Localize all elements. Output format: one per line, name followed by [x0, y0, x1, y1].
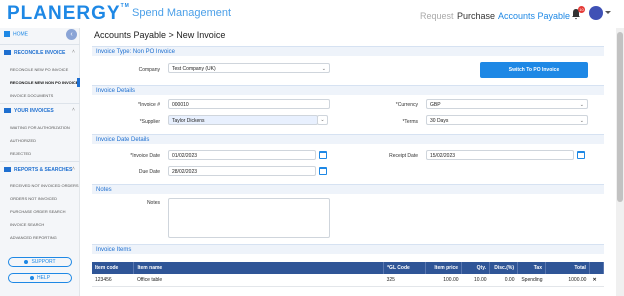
invoice-date-field[interactable]: 01/02/2023: [168, 150, 316, 160]
sidebar-item-orders-not-invoiced[interactable]: ORDERS NOT INVOICED: [10, 196, 57, 201]
sidebar-item-rejected[interactable]: REJECTED: [10, 151, 31, 156]
column-header[interactable]: Qty.: [461, 262, 491, 274]
help-button[interactable]: HELP: [8, 273, 72, 283]
sidebar-item-reconcile-new-non-po-invoice[interactable]: RECONCILE NEW NON PO INVOICE: [10, 80, 78, 85]
calendar-icon[interactable]: [319, 167, 327, 175]
chevron-up-icon[interactable]: ˄: [72, 49, 75, 55]
active-indicator: [77, 78, 80, 87]
sidebar-item-home[interactable]: HOME: [4, 31, 28, 37]
sidebar-item-advanced-reporting[interactable]: ADVANCED REPORTING: [10, 235, 57, 240]
due-date-label: Due Date: [138, 169, 160, 175]
support-button[interactable]: SUPPORT: [8, 257, 72, 267]
item-name-cell[interactable]: Office table: [133, 274, 384, 287]
column-header[interactable]: *GL Code: [383, 262, 427, 274]
company-label: Company: [138, 67, 160, 73]
supplier-field[interactable]: Taylor Dickens: [168, 115, 318, 125]
avatar[interactable]: [589, 6, 603, 20]
invoice-number-field[interactable]: 000010: [168, 99, 330, 109]
invoice-number-label: *Invoice #: [138, 102, 160, 108]
due-date-field[interactable]: 28/02/2023: [168, 166, 316, 176]
currency-label: *Currency: [395, 102, 418, 108]
divider: [0, 161, 80, 162]
column-header[interactable]: Total: [545, 262, 590, 274]
terms-select[interactable]: 30 Days ⌄: [426, 115, 588, 125]
divider: [0, 103, 80, 104]
item-code-cell[interactable]: 123456: [92, 274, 134, 287]
item-price-cell[interactable]: 100.00: [425, 274, 462, 287]
sidebar-section-reports-searches[interactable]: REPORTS & SEARCHES: [4, 167, 72, 173]
invoices-icon: [4, 108, 11, 114]
column-header[interactable]: Item name: [133, 262, 385, 274]
section-invoice-items: Invoice Items: [92, 244, 604, 254]
chevron-up-icon[interactable]: ˄: [72, 107, 75, 113]
column-header[interactable]: Item code: [92, 262, 135, 274]
invoice-items-table: Item code Item name *GL Code Item price …: [92, 262, 605, 287]
notes-textarea[interactable]: [168, 198, 330, 238]
qty-cell[interactable]: 10.00: [461, 274, 490, 287]
sidebar-item-waiting-for-authorization[interactable]: WAITING FOR AUTHORIZATION: [10, 125, 70, 130]
sidebar-item-received-not-invoiced-orders[interactable]: RECEIVED NOT INVOICED ORDERS: [10, 183, 79, 188]
tax-cell[interactable]: Spending: [517, 274, 546, 287]
divider: [0, 44, 80, 45]
planergy-logo[interactable]: PLANERGYTM: [7, 3, 130, 25]
supplier-dropdown-button[interactable]: ⌄: [317, 115, 328, 125]
column-header[interactable]: Disc.(%): [489, 262, 518, 274]
table-header-row: Item code Item name *GL Code Item price …: [92, 262, 605, 274]
help-icon: [29, 275, 34, 280]
collapse-sidebar-button[interactable]: ‹: [66, 29, 77, 40]
calendar-icon[interactable]: [577, 151, 585, 159]
section-invoice-type: Invoice Type: Non PO Invoice: [92, 46, 604, 56]
calendar-icon[interactable]: [319, 151, 327, 159]
section-invoice-date-details: Invoice Date Details: [92, 134, 604, 144]
scrollbar-thumb[interactable]: [617, 32, 623, 202]
chevron-up-icon[interactable]: ˄: [72, 166, 75, 172]
terms-label: *Terms: [402, 119, 418, 125]
support-icon: [24, 259, 29, 264]
currency-select[interactable]: GBP ⌄: [426, 99, 588, 109]
sidebar-section-reconcile-invoice[interactable]: RECONCILE INVOICE: [4, 50, 65, 56]
total-cell: 1000.00: [545, 274, 590, 287]
nav-accounts-payable[interactable]: Accounts Payable: [498, 11, 570, 21]
nav-request[interactable]: Request: [420, 11, 454, 21]
notes-label: Notes: [146, 200, 160, 206]
chevron-down-icon: ⌄: [579, 118, 584, 124]
delete-row-icon[interactable]: ✕: [589, 274, 604, 287]
sidebar-item-purchase-order-search[interactable]: PURCHASE ORDER SEARCH: [10, 209, 66, 214]
column-header-actions: [589, 262, 605, 274]
receipt-date-label: Receipt Date: [389, 153, 418, 159]
app-subtitle: Spend Management: [132, 7, 232, 19]
switch-to-po-invoice-button[interactable]: Switch To PO Invoice: [480, 62, 588, 78]
supplier-label: *Supplier: [139, 119, 160, 125]
reports-icon: [4, 167, 11, 173]
column-header[interactable]: Tax: [517, 262, 546, 274]
sidebar-item-invoice-documents[interactable]: INVOICE DOCUMENTS: [10, 93, 53, 98]
notification-badge: 10: [578, 6, 585, 13]
sidebar-item-invoice-search[interactable]: INVOICE SEARCH: [10, 222, 44, 227]
table-row[interactable]: 123456 Office table 325 100.00 10.00 0.0…: [92, 274, 604, 287]
sidebar-item-authorized[interactable]: AUTHORIZED: [10, 138, 36, 143]
top-bar: PLANERGYTM Spend Management Request Purc…: [0, 0, 624, 28]
section-invoice-details: Invoice Details: [92, 85, 604, 95]
chevron-down-icon[interactable]: [605, 11, 611, 14]
invoice-icon: [4, 50, 11, 56]
chevron-down-icon: ⌄: [321, 66, 326, 72]
gl-code-cell[interactable]: 325: [383, 274, 426, 287]
nav-purchase[interactable]: Purchase: [457, 11, 495, 21]
receipt-date-field[interactable]: 15/02/2023: [426, 150, 574, 160]
discount-cell[interactable]: 0.00: [489, 274, 518, 287]
chevron-down-icon: ⌄: [579, 102, 584, 108]
home-icon: [4, 31, 10, 37]
vertical-scrollbar[interactable]: [616, 28, 624, 296]
sidebar: HOME ‹ RECONCILE INVOICE ˄ RECONCILE NEW…: [0, 28, 80, 296]
section-notes: Notes: [92, 184, 604, 194]
invoice-date-label: *Invoice Date: [130, 153, 160, 159]
column-header[interactable]: Item price: [425, 262, 463, 274]
breadcrumb: Accounts Payable > New Invoice: [94, 30, 226, 40]
sidebar-item-reconcile-new-po-invoice[interactable]: RECONCILE NEW PO INVOICE: [10, 67, 68, 72]
company-select[interactable]: Test Company (UK) ⌄: [168, 63, 330, 73]
sidebar-section-your-invoices[interactable]: YOUR INVOICES: [4, 108, 54, 114]
